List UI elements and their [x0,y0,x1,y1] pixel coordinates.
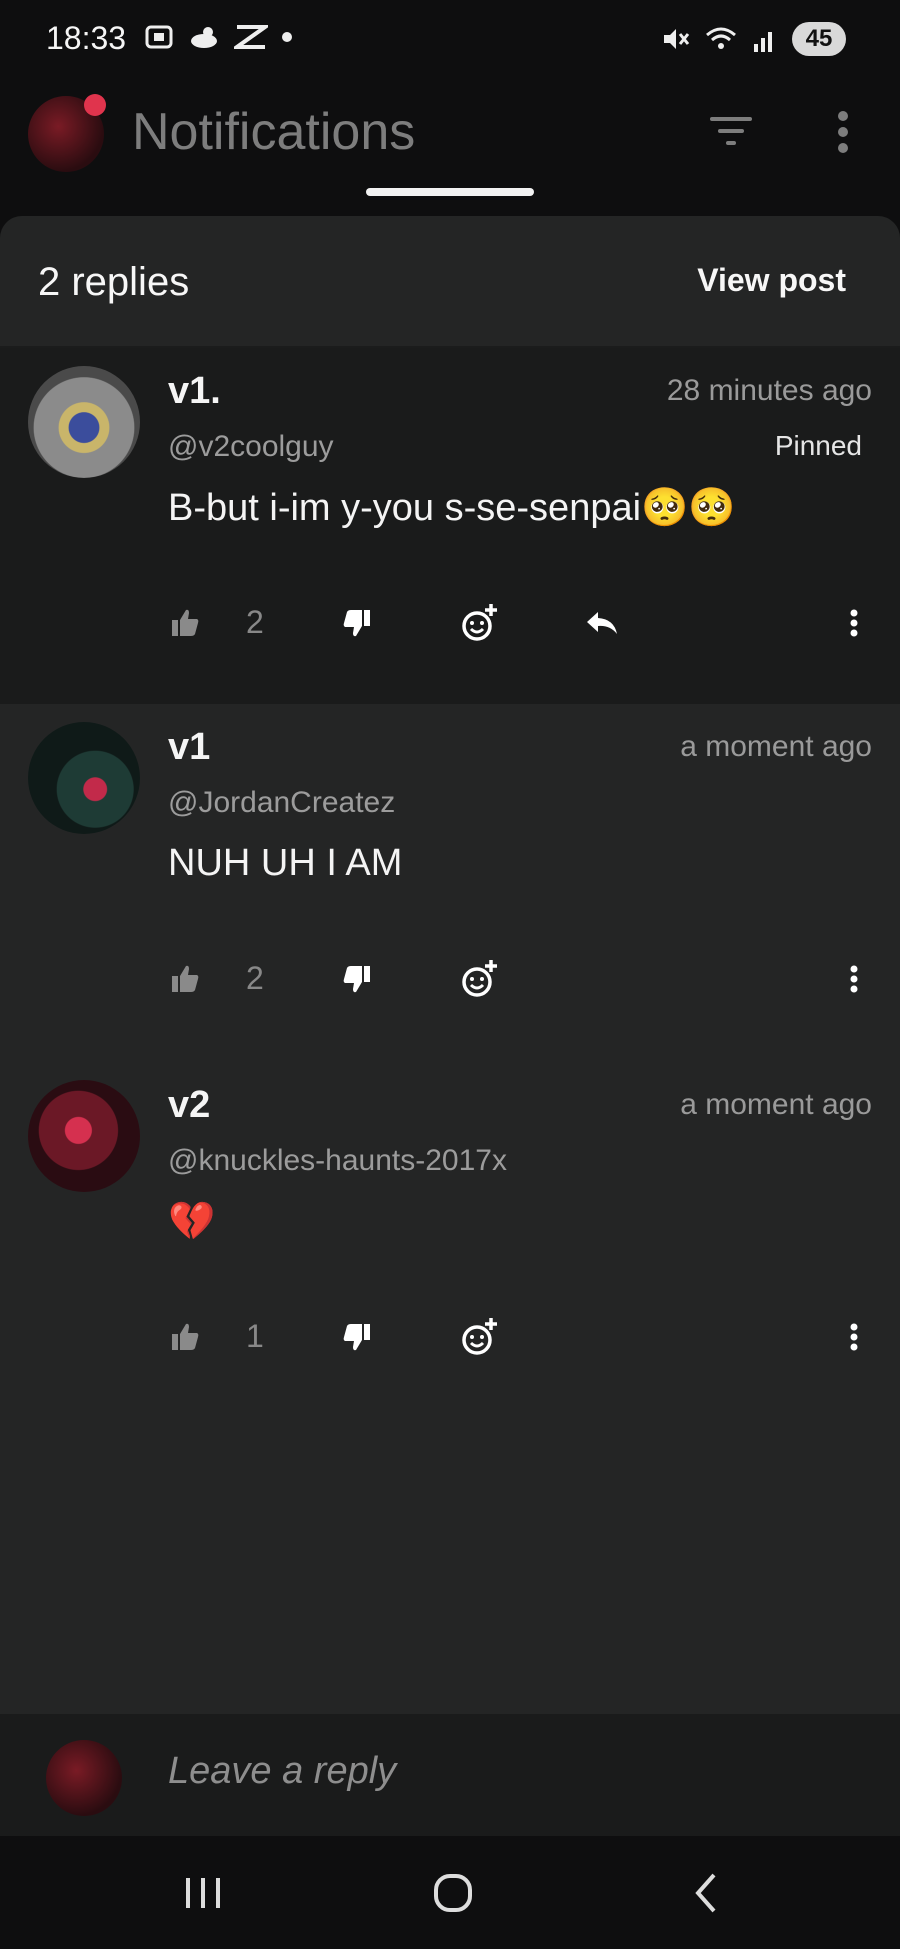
thumbs-down-icon[interactable] [342,1310,372,1364]
sheet-header: 2 replies View post [0,216,900,348]
add-reaction-icon[interactable] [460,596,500,650]
comment-actions: 1 [168,1310,868,1364]
comment-author-handle[interactable]: @knuckles-haunts-2017x [168,1144,507,1178]
status-bar: 18:33 45 [0,0,900,84]
comment-item: v2 @knuckles-haunts-2017x a moment ago 💔… [0,1062,900,1420]
avatar [46,1740,122,1816]
reply-bar [0,1714,900,1836]
screenshot-icon [145,25,173,49]
comment-menu-icon[interactable] [848,952,860,1006]
status-icons-left [144,22,292,52]
like-count: 2 [246,604,264,640]
more-notifications-dot-icon [282,32,292,42]
comment-item: v1. @v2coolguy 28 minutes ago Pinned B-b… [0,348,900,704]
app-bar: Notifications [0,84,900,214]
status-icons-right: 45 [660,22,846,56]
comment-menu-icon[interactable] [848,1310,860,1364]
recent-apps-icon[interactable] [182,1870,224,1916]
sheet-drag-handle[interactable] [366,188,534,196]
profile-avatar[interactable] [28,94,106,172]
comment-timestamp: a moment ago [680,1088,872,1121]
view-post-button[interactable]: View post [697,262,846,299]
more-options-icon[interactable] [836,110,850,154]
capcut-icon [234,25,268,49]
thumbs-up-icon[interactable] [170,596,200,650]
replies-count: 2 replies [38,260,190,304]
comment-author-handle[interactable]: @v2coolguy [168,430,334,464]
page-title: Notifications [132,103,416,161]
comment-actions: 2 [168,952,868,1006]
avatar[interactable] [28,1080,140,1192]
comment-item: v1 @JordanCreatez a moment ago NUH UH I … [0,704,900,1062]
comment-author-name[interactable]: v2 [168,1084,210,1127]
comment-actions: 2 [168,596,868,650]
thumbs-down-icon[interactable] [342,596,372,650]
comment-body: B-but i-im y-you s-se-senpai🥺🥺 [168,487,736,529]
thumbs-down-icon[interactable] [342,952,372,1006]
filter-icon[interactable] [708,114,754,148]
pinned-badge: Pinned [774,430,862,461]
like-count: 2 [246,960,264,996]
thumbs-up-icon[interactable] [170,1310,200,1364]
notification-dot-icon [84,94,106,116]
avatar[interactable] [28,366,140,478]
status-time: 18:33 [46,20,127,56]
reply-input[interactable] [168,1750,848,1793]
weather-icon [191,27,217,48]
comment-body: 💔 [168,1201,216,1243]
comment-timestamp: 28 minutes ago [666,374,872,407]
home-icon[interactable] [432,1870,474,1916]
wifi-icon [706,27,736,49]
back-icon[interactable] [690,1870,722,1916]
thumbs-up-icon[interactable] [170,952,200,1006]
comment-timestamp: a moment ago [680,730,872,763]
battery-indicator: 45 [792,22,846,56]
comment-author-name[interactable]: v1 [168,726,210,769]
signal-icon [754,32,772,52]
reply-icon[interactable] [584,596,620,650]
comment-body: NUH UH I AM [168,842,403,884]
add-reaction-icon[interactable] [460,952,500,1006]
avatar[interactable] [28,722,140,834]
comment-menu-icon[interactable] [848,596,860,650]
system-nav-bar [0,1836,900,1949]
comment-author-handle[interactable]: @JordanCreatez [168,786,395,820]
like-count: 1 [246,1318,264,1354]
comment-author-name[interactable]: v1. [168,370,221,413]
add-reaction-icon[interactable] [460,1310,500,1364]
mute-icon [664,29,690,49]
replies-sheet: 2 replies View post v1. @v2coolguy 28 mi… [0,216,900,1949]
